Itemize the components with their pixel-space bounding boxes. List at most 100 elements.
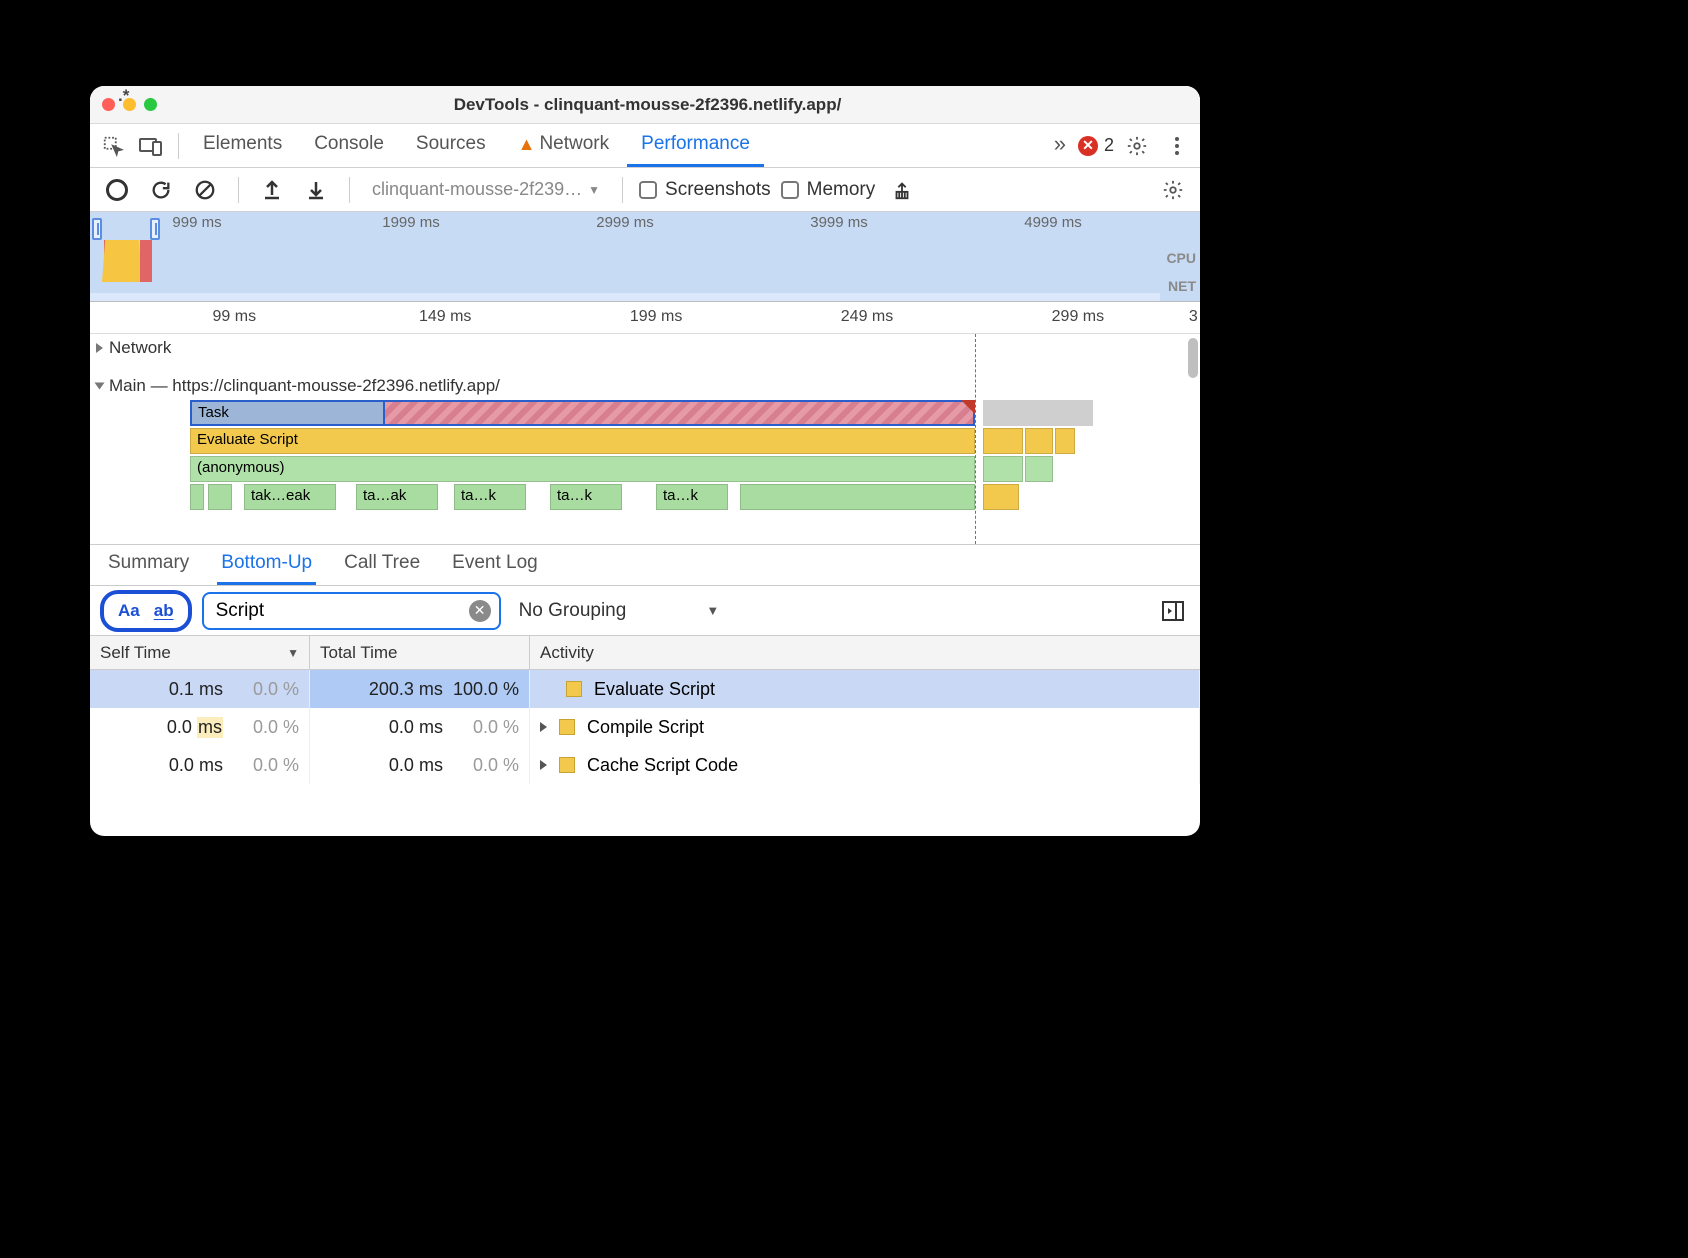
table-row[interactable]: 0.0 ms 0.0 % 0.0 ms 0.0 % Compile Script	[90, 708, 1200, 746]
tab-performance[interactable]: Performance	[627, 124, 764, 167]
traffic-lights	[102, 98, 157, 111]
total-time-pct: 0.0 %	[473, 717, 519, 738]
device-toolbar-icon[interactable]	[134, 129, 168, 163]
reload-record-button[interactable]	[144, 173, 178, 207]
overview-activity	[102, 240, 142, 282]
whole-word-button[interactable]: ab	[154, 601, 174, 621]
garbage-collect-button[interactable]	[885, 173, 919, 207]
match-mode-group: Aa .* ab	[100, 590, 192, 632]
screenshots-checkbox[interactable]: Screenshots	[639, 179, 771, 201]
upload-profile-button[interactable]	[255, 173, 289, 207]
clear-filter-button[interactable]: ✕	[469, 600, 491, 622]
activity-label: Evaluate Script	[594, 679, 715, 700]
flame-block[interactable]: ta…k	[656, 484, 728, 510]
flame-lane-task: Task	[190, 400, 1194, 428]
flame-block[interactable]	[190, 484, 204, 510]
tab-sources[interactable]: Sources	[402, 124, 500, 167]
clear-button[interactable]	[188, 173, 222, 207]
error-icon: ✕	[1078, 136, 1098, 156]
flame-block[interactable]	[740, 484, 975, 510]
zoom-window-button[interactable]	[144, 98, 157, 111]
settings-icon[interactable]	[1120, 129, 1154, 163]
col-total-time[interactable]: Total Time	[310, 636, 530, 669]
flame-block[interactable]	[1055, 428, 1075, 454]
capture-settings-icon[interactable]	[1156, 173, 1190, 207]
ruler-tick: 199 ms	[630, 308, 682, 326]
profile-select[interactable]: clinquant-mousse-2f239… ▼	[366, 179, 606, 200]
col-self-time[interactable]: Self Time▼	[90, 636, 310, 669]
tab-call-tree[interactable]: Call Tree	[340, 544, 424, 585]
overview-handle-right[interactable]	[150, 218, 160, 240]
tab-network[interactable]: ▲Network	[504, 124, 624, 167]
overview-tick: 3999 ms	[810, 214, 868, 231]
tab-summary[interactable]: Summary	[104, 544, 193, 585]
timeline-overview[interactable]: 999 ms 1999 ms 2999 ms 3999 ms 4999 ms C…	[90, 212, 1200, 302]
flame-block-task-long[interactable]	[385, 400, 975, 426]
warning-icon: ▲	[518, 134, 536, 155]
record-button[interactable]	[100, 173, 134, 207]
activity-swatch	[559, 719, 575, 735]
filter-input[interactable]	[216, 600, 461, 622]
flame-block[interactable]	[1025, 428, 1053, 454]
scrollbar-thumb[interactable]	[1188, 338, 1198, 378]
flame-block[interactable]	[983, 456, 1023, 482]
flame-lane-anonymous: (anonymous)	[190, 456, 1194, 484]
flame-block-grey[interactable]	[983, 400, 1093, 426]
self-time-pct: 0.0 %	[253, 717, 299, 738]
flame-block-evaluate[interactable]: Evaluate Script	[190, 428, 975, 454]
ruler-tick: 299 ms	[1052, 308, 1104, 326]
flame-block-anonymous[interactable]: (anonymous)	[190, 456, 975, 482]
flame-chart[interactable]: Network Main — https://clinquant-mousse-…	[90, 334, 1200, 544]
main-track-header[interactable]: Main — https://clinquant-mousse-2f2396.n…	[90, 372, 1200, 400]
overview-handle-left[interactable]	[92, 218, 102, 240]
flame-block-task[interactable]: Task	[190, 400, 385, 426]
flame-block[interactable]	[983, 428, 1023, 454]
more-tabs-button[interactable]: »	[1048, 131, 1072, 160]
detail-tabs: Summary Bottom-Up Call Tree Event Log	[90, 544, 1200, 586]
total-time-value: 200.3 ms	[369, 679, 443, 700]
expand-icon[interactable]	[540, 760, 547, 770]
overview-tick: 1999 ms	[382, 214, 440, 231]
flame-block[interactable]	[983, 484, 1019, 510]
memory-checkbox[interactable]: Memory	[781, 179, 876, 201]
network-track-header[interactable]: Network	[90, 334, 1200, 362]
self-time-pct: 0.0 %	[253, 755, 299, 776]
col-activity[interactable]: Activity	[530, 636, 1200, 669]
overview-tick: 999 ms	[172, 214, 221, 231]
flame-block-label: ta…k	[557, 487, 592, 504]
tab-event-log[interactable]: Event Log	[448, 544, 542, 585]
flame-block-label: ta…k	[461, 487, 496, 504]
flame-block[interactable]: tak…eak	[244, 484, 336, 510]
tab-bottom-up[interactable]: Bottom-Up	[217, 544, 316, 585]
download-profile-button[interactable]	[299, 173, 333, 207]
ruler-tick: 249 ms	[841, 308, 893, 326]
timeline-ruler[interactable]: 99 ms 149 ms 199 ms 249 ms 299 ms 3	[90, 302, 1200, 334]
flame-block-label: Evaluate Script	[197, 431, 298, 448]
profile-select-label: clinquant-mousse-2f239…	[372, 179, 582, 200]
flame-block[interactable]	[208, 484, 232, 510]
error-badge[interactable]: ✕ 2	[1078, 135, 1114, 156]
sort-desc-icon: ▼	[287, 646, 299, 660]
flame-block[interactable]: ta…k	[550, 484, 622, 510]
window-title: DevTools - clinquant-mousse-2f2396.netli…	[157, 95, 1138, 115]
flame-block[interactable]: ta…k	[454, 484, 526, 510]
regex-button[interactable]: .*	[118, 86, 129, 112]
chevron-down-icon: ▼	[706, 603, 719, 618]
table-row[interactable]: 0.1 ms 0.0 % 200.3 ms100.0 % Evaluate Sc…	[90, 670, 1200, 708]
screenshots-label: Screenshots	[665, 179, 771, 201]
close-window-button[interactable]	[102, 98, 115, 111]
table-row[interactable]: 0.0 ms 0.0 % 0.0 ms 0.0 % Cache Script C…	[90, 746, 1200, 784]
tab-console[interactable]: Console	[300, 124, 398, 167]
flame-block[interactable]: ta…ak	[356, 484, 438, 510]
expand-icon[interactable]	[540, 722, 547, 732]
overview-label-cpu: CPU	[1166, 244, 1196, 272]
memory-label: Memory	[807, 179, 876, 201]
grouping-select[interactable]: No Grouping ▼	[511, 600, 728, 622]
flame-block[interactable]	[1025, 456, 1053, 482]
checkbox-icon	[639, 181, 657, 199]
match-case-button[interactable]: Aa	[118, 601, 140, 621]
tab-elements[interactable]: Elements	[189, 124, 296, 167]
inspect-element-icon[interactable]	[96, 129, 130, 163]
kebab-menu-icon[interactable]	[1160, 129, 1194, 163]
toggle-sidebar-button[interactable]	[1156, 594, 1190, 628]
